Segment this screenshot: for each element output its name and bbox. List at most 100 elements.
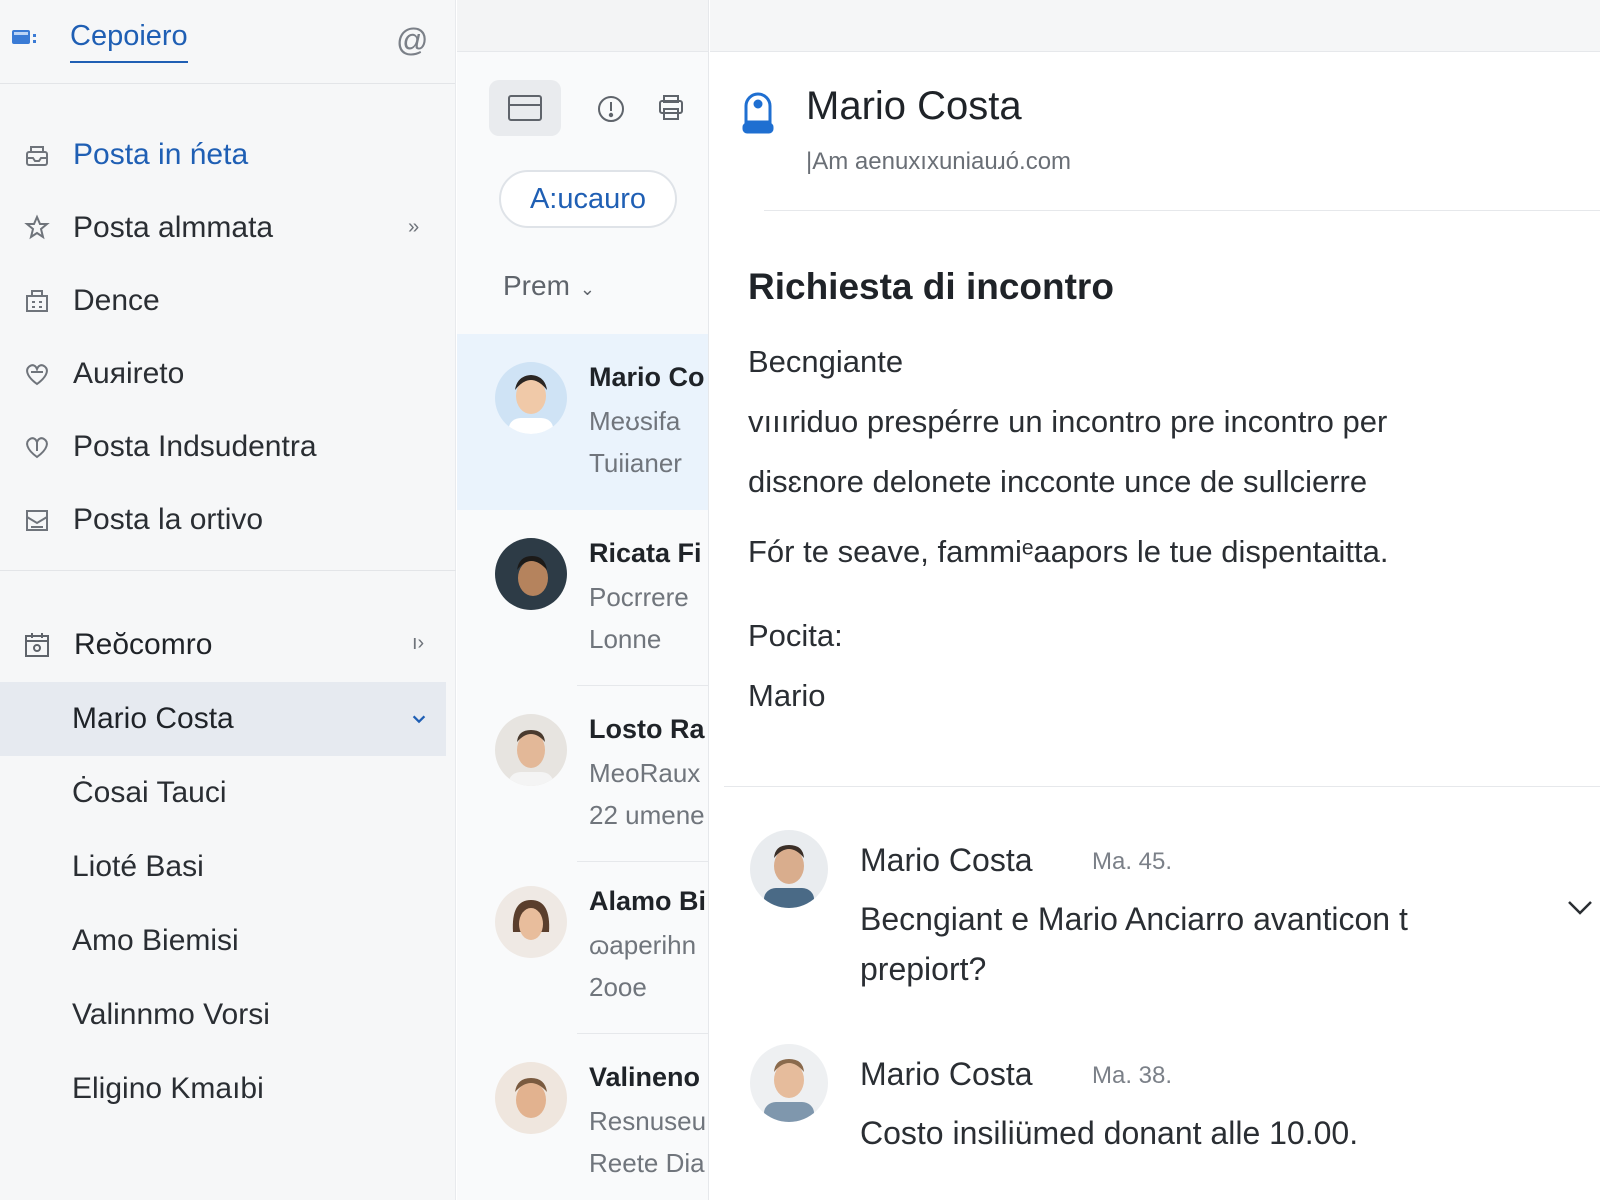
thread-divider xyxy=(724,786,1600,787)
folder-label: Posta Indsudentra xyxy=(73,429,317,463)
sort-dropdown[interactable]: Prem ⌄ xyxy=(503,270,595,302)
reply-text: Costo insiliümed donant alle 10.00. xyxy=(860,1115,1359,1151)
print-button[interactable] xyxy=(635,80,707,136)
sidebar-divider xyxy=(0,570,456,571)
folder-list: Posta in ńeta Posta almmata ›› Dence Auя… xyxy=(0,118,456,556)
reply-author: Mario Costa xyxy=(860,1056,1033,1092)
shield-heart-icon xyxy=(26,436,48,458)
reply-author: Mario Costa xyxy=(860,842,1033,878)
folder-inbox[interactable]: Posta in ńeta xyxy=(0,118,456,191)
alert-shield-icon xyxy=(598,96,624,122)
star-icon xyxy=(24,213,50,239)
message-subject: ɷaperihn xyxy=(589,930,697,960)
message-row[interactable]: Valineno Resnuseu Reete Dia xyxy=(457,1034,708,1200)
avatar xyxy=(750,1044,828,1122)
chevron-down-icon[interactable] xyxy=(1565,892,1595,922)
folder-starred[interactable]: Posta almmata ›› xyxy=(0,191,456,264)
folder-label: Posta almmata xyxy=(73,210,274,244)
header-divider xyxy=(764,210,1600,211)
layout-icon xyxy=(508,95,542,121)
inbox-icon xyxy=(26,145,48,166)
message-list-pane: A:ucauro Prem ⌄ Mario Co Meʊsifa Tuiianer… xyxy=(457,0,709,1200)
printer-icon xyxy=(659,95,683,120)
avatar xyxy=(495,886,567,958)
message-subject: MeoRaux xyxy=(589,758,701,788)
contact-item[interactable]: Ċosai Tauci xyxy=(0,756,456,830)
contact-label: Valinnmo Vorsi xyxy=(72,998,270,1031)
reply-time: Ma. 38. xyxy=(1092,1062,1173,1089)
folder-dence[interactable]: Dence xyxy=(0,264,456,337)
email-body-line: Pocita: xyxy=(748,618,843,653)
list-topbar xyxy=(457,0,708,52)
heart-icon xyxy=(26,363,48,385)
contacts-section: Reŏcomro ı› Mario Costa Ċosai Tauci Liot… xyxy=(0,608,456,1126)
folder-label: Dence xyxy=(73,283,160,317)
email-signature: Mario xyxy=(748,678,826,713)
section-label: Reŏcomro xyxy=(74,628,213,661)
contact-item[interactable]: Lioté Basi xyxy=(0,830,456,904)
avatar xyxy=(495,1062,567,1134)
message-preview: Lonne xyxy=(589,624,662,654)
message-row[interactable]: Mario Co Meʊsifa Tuiianer xyxy=(457,334,708,510)
avatar xyxy=(750,830,828,908)
archive-icon xyxy=(26,509,48,531)
message-preview: 2ooe xyxy=(589,972,647,1002)
message-preview: Tuiianer xyxy=(589,448,682,478)
avatar xyxy=(495,362,567,434)
contact-item[interactable]: Mario Costa xyxy=(0,682,446,756)
avatar xyxy=(495,538,567,610)
contact-label: Eligino Kmaıbi xyxy=(72,1072,264,1105)
message-row[interactable]: Losto Ra MeoRaux 22 umene xyxy=(457,686,708,862)
message-preview: Reete Dia xyxy=(589,1148,705,1178)
message-subject: Resnuseu xyxy=(589,1106,707,1136)
folder-label: Auяireto xyxy=(73,356,185,390)
contact-item[interactable]: Valinnmo Vorsi xyxy=(0,978,456,1052)
sender-name: Alamo Bi xyxy=(589,886,707,916)
sender-email[interactable]: |Am aenuxıxuniauɹó.com xyxy=(806,148,1071,176)
contact-item[interactable]: Amo Biemisi xyxy=(0,904,456,978)
email-body-line: disɛnore delonete inccontе unce de sullc… xyxy=(748,464,1368,499)
email-subject: Richiesta di incontro xyxy=(748,266,1114,307)
email-body-line: Becngiante xyxy=(748,344,904,379)
contact-label: Ċosai Tauci xyxy=(72,776,227,809)
chevron-right-icon[interactable]: ›› xyxy=(408,216,419,239)
message-row[interactable]: Alamo Bi ɷaperihn 2ooe xyxy=(457,858,708,1034)
chevron-down-icon[interactable] xyxy=(410,710,428,728)
email-body-line: vıııriduo prespérre un incontro pre inco… xyxy=(748,404,1388,439)
mail-app-icon[interactable] xyxy=(12,26,42,48)
message-subject: Meʊsifa xyxy=(589,406,681,436)
chevron-down-icon: ⌄ xyxy=(579,279,595,299)
section-header[interactable]: Reŏcomro ı› xyxy=(0,608,456,682)
building-icon xyxy=(26,289,48,312)
sidebar: Cepoiero @ Posta in ńeta Posta almmata ›… xyxy=(0,0,456,1200)
app-title[interactable]: Cepoiero xyxy=(70,20,188,63)
reading-pane: Mario Costa |Am aenuxıxuniauɹó.com Richi… xyxy=(710,0,1600,1200)
contact-label: Lioté Basi xyxy=(72,850,204,883)
folder-archive[interactable]: Posta la ortivo xyxy=(0,483,456,556)
reader-topbar xyxy=(710,0,1600,52)
contact-label: Mario Costa xyxy=(72,702,234,735)
sender-name: Losto Ra xyxy=(589,714,705,744)
contact-item[interactable]: Eligino Kmaıbi xyxy=(0,1052,456,1126)
avatar xyxy=(495,714,567,786)
sender-badge-icon xyxy=(742,92,774,134)
layout-toggle-button[interactable] xyxy=(489,80,561,136)
chevron-right-icon[interactable]: ı› xyxy=(412,632,424,655)
contact-label: Amo Biemisi xyxy=(72,924,239,957)
sender-name: Mario Costa xyxy=(806,84,1022,128)
reply-text: Becngiant e Mario Anciarro avanticon t p… xyxy=(860,901,1408,987)
message-row[interactable]: Ricata Fi Pocrrere Lonne xyxy=(457,510,708,686)
folder-label: Posta la ortivo xyxy=(73,502,264,536)
calendar-icon xyxy=(25,633,49,657)
reply-time: Ma. 45. xyxy=(1092,848,1173,875)
message-preview: 22 umene xyxy=(589,800,705,830)
at-sign-icon[interactable]: @ xyxy=(396,22,428,59)
message-subject: Pocrrere xyxy=(589,582,689,612)
folder-auriretto[interactable]: Auяireto xyxy=(0,337,456,410)
filter-pill[interactable]: A:ucauro xyxy=(499,170,677,228)
sender-name: Ricata Fi xyxy=(589,538,702,568)
folder-indsudentra[interactable]: Posta Indsudentra xyxy=(0,410,456,483)
sender-name: Valineno xyxy=(589,1062,701,1092)
email-body-line: Fór te seave, fammiᵉaapors le tue dispen… xyxy=(748,534,1389,569)
sort-label: Prem xyxy=(503,270,570,301)
